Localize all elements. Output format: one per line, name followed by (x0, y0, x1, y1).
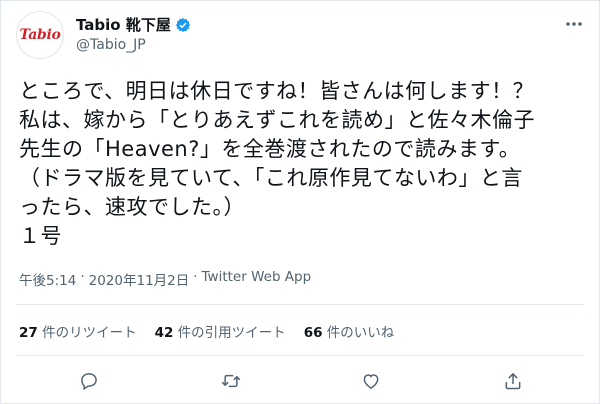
quotes-label: 件の引用ツイート (177, 325, 286, 341)
tweet-meta: 午後5:14 · 2020年11月2日 · Twitter Web App (19, 269, 311, 289)
more-dots-icon[interactable] (563, 13, 585, 35)
likes-stat[interactable]: 66 件のいいね (304, 321, 395, 341)
display-name-text: Tabio 靴下屋 (76, 16, 171, 34)
tweet-source[interactable]: Twitter Web App (202, 269, 312, 289)
avatar-logo-text: Tabio (19, 27, 61, 43)
tweet-card: Tabio Tabio 靴下屋 @Tabio_JP ところで、明日は休日ですね！… (0, 0, 600, 404)
verified-badge-icon (175, 17, 190, 32)
quotes-count: 42 (154, 325, 174, 341)
tweet-date[interactable]: 2020年11月2日 (89, 269, 190, 289)
avatar[interactable]: Tabio (16, 11, 64, 59)
likes-count: 66 (303, 325, 323, 341)
divider (16, 355, 584, 356)
likes-label: 件のいいね (326, 325, 395, 341)
heart-icon[interactable] (359, 369, 383, 393)
quotes-stat[interactable]: 42 件の引用ツイート (155, 321, 286, 341)
meta-separator: · (193, 269, 198, 285)
user-handle[interactable]: @Tabio_JP (76, 37, 146, 53)
retweets-stat[interactable]: 27 件のリツイート (19, 321, 137, 341)
reply-icon[interactable] (77, 369, 101, 393)
tweet-time[interactable]: 午後5:14 (19, 269, 76, 289)
tweet-stats: 27 件のリツイート 42 件の引用ツイート 66 件のいいね (19, 321, 394, 341)
divider (16, 304, 584, 305)
retweets-count: 27 (19, 325, 38, 341)
tweet-text: ところで、明日は休日ですね！皆さんは何します！？ 私は、嫁から「とりあえずこれを… (19, 79, 535, 248)
share-icon[interactable] (501, 369, 525, 393)
display-name[interactable]: Tabio 靴下屋 (76, 14, 191, 35)
retweets-label: 件のリツイート (42, 325, 137, 341)
retweet-icon[interactable] (219, 369, 243, 393)
action-bar (1, 365, 600, 397)
meta-separator: · (80, 269, 85, 285)
